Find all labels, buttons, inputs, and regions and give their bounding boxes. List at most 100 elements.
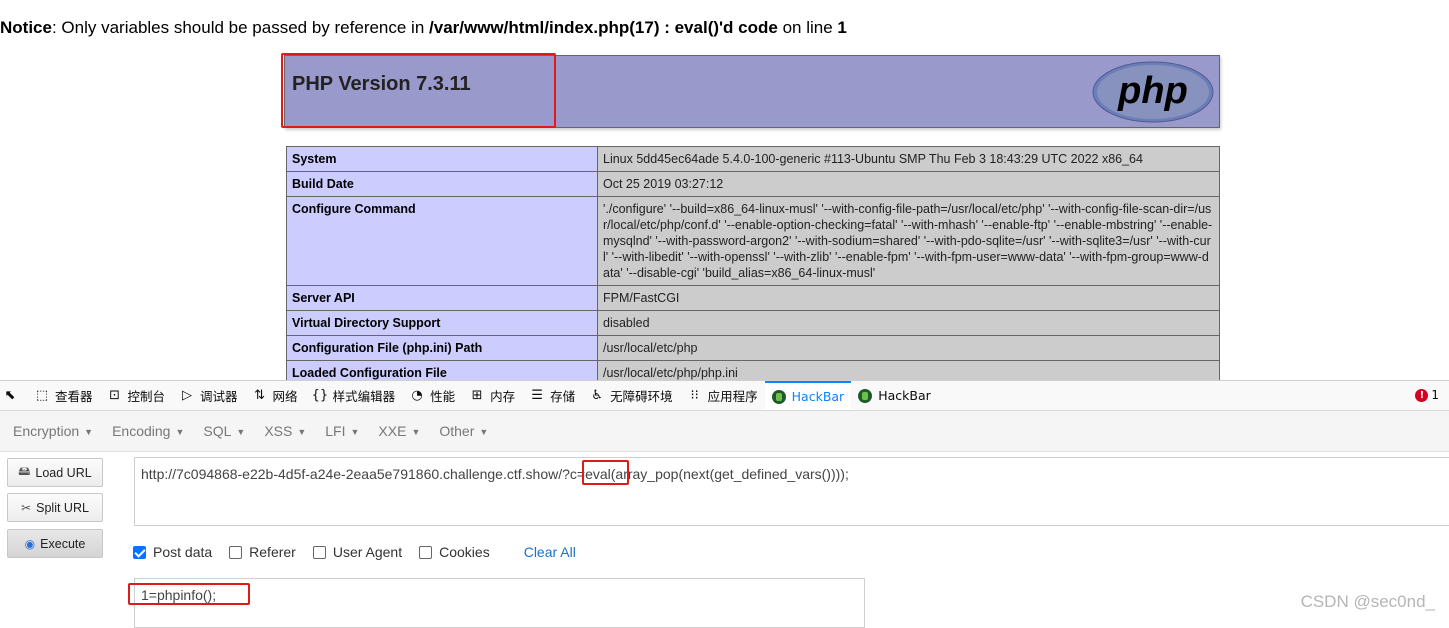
menu-sql[interactable]: SQL ▼ <box>190 423 251 439</box>
menu-xss[interactable]: XSS ▼ <box>251 423 312 439</box>
menu-label: Encryption <box>13 423 80 439</box>
info-value: './configure' '--build=x86_64-linux-musl… <box>597 196 1220 286</box>
tab-label: 内存 <box>490 389 516 404</box>
tab-application[interactable]: ⁝⁝ 应用程序 <box>680 381 765 410</box>
info-key: Virtual Directory Support <box>286 310 598 336</box>
tab-label: 控制台 <box>127 389 166 404</box>
menu-encryption[interactable]: Encryption ▼ <box>0 423 99 439</box>
error-count: 1 <box>1431 388 1439 402</box>
tab-memory[interactable]: ⊞ 内存 <box>462 381 522 410</box>
menu-label: XXE <box>378 423 407 439</box>
menu-label: Other <box>439 423 475 439</box>
chevron-down-icon: ▼ <box>479 427 489 438</box>
debugger-icon: ▷ <box>182 388 193 403</box>
table-row: Configure Command './configure' '--build=… <box>286 196 1220 286</box>
info-key: Configuration File (php.ini) Path <box>286 335 598 361</box>
info-value: disabled <box>597 310 1220 336</box>
notice-message: : Only variables should be passed by ref… <box>51 18 430 37</box>
checkbox-icon <box>229 545 243 559</box>
php-version-header: PHP Version 7.3.11 php <box>284 55 1220 128</box>
execute-button[interactable]: ◉ Execute <box>7 529 103 558</box>
split-url-button[interactable]: ✂ Split URL <box>7 493 103 522</box>
tab-hackbar-active[interactable]: HackBar <box>764 381 852 410</box>
tab-label: 调试器 <box>200 389 238 404</box>
hackbar-icon <box>771 389 786 404</box>
option-label: Cookies <box>439 544 490 560</box>
notice-line-number: 1 <box>837 18 847 37</box>
menu-encoding[interactable]: Encoding ▼ <box>99 423 190 439</box>
table-row: Configuration File (php.ini) Path/usr/lo… <box>286 335 1220 361</box>
tab-console[interactable]: ⊡ 控制台 <box>100 381 173 410</box>
option-label: User Agent <box>332 544 403 560</box>
watermark: CSDN @sec0nd_ <box>1300 592 1435 611</box>
tab-inspector[interactable]: ⬚ 查看器 <box>27 381 100 410</box>
network-icon: ⇅ <box>254 388 265 403</box>
tab-network[interactable]: ⇅ 网络 <box>245 381 305 410</box>
tab-label: 查看器 <box>55 389 93 404</box>
tab-hackbar[interactable]: HackBar <box>851 381 938 410</box>
table-row: Server API FPM/FastCGI <box>286 285 1220 311</box>
table-row: System Linux 5dd45ec64ade 5.4.0-100-gener… <box>286 146 1220 172</box>
checkbox-checked-icon <box>133 545 146 559</box>
php-version-title: PHP Version 7.3.11 <box>292 73 471 95</box>
info-key: System <box>286 146 598 172</box>
cookies-checkbox[interactable]: Cookies <box>419 544 490 560</box>
devtools-tabbar: ⬉ ⬚ 查看器 ⊡ 控制台 ▷ 调试器 ⇅ 网络 {} 样式编辑器 ◔ 性能 ⊞ 内存 ☰ 存储… <box>0 381 1449 411</box>
tab-label: HackBar <box>878 388 931 403</box>
tab-label: 无障碍环境 <box>610 389 673 404</box>
tab-label: HackBar <box>791 389 845 404</box>
menu-label: Encoding <box>112 423 171 439</box>
php-logo-text: php <box>1117 70 1188 112</box>
storage-icon: ☰ <box>531 388 543 403</box>
php-notice: Notice: Only variables should be passed … <box>0 18 847 38</box>
chevron-down-icon: ▼ <box>350 427 360 438</box>
tab-style-editor[interactable]: {} 样式编辑器 <box>305 381 403 410</box>
info-key: Build Date <box>286 171 598 197</box>
tab-label: 样式编辑器 <box>332 389 396 404</box>
button-label: Load URL <box>35 465 92 480</box>
tab-storage[interactable]: ☰ 存储 <box>522 381 582 410</box>
menu-other[interactable]: Other ▼ <box>426 423 494 439</box>
chevron-down-icon: ▼ <box>175 427 185 438</box>
notice-on-line: on line <box>777 18 838 37</box>
menu-lfi[interactable]: LFI ▼ <box>312 423 365 439</box>
menu-xxe[interactable]: XXE ▼ <box>365 423 426 439</box>
tab-accessibility[interactable]: ♿ 无障碍环境 <box>582 381 680 410</box>
element-picker-button[interactable]: ⬉ <box>0 381 27 410</box>
load-url-button[interactable]: 🖴 Load URL <box>7 458 103 487</box>
chevron-down-icon: ▼ <box>84 427 94 438</box>
tab-debugger[interactable]: ▷ 调试器 <box>172 381 245 410</box>
element-picker-icon: ⬉ <box>4 388 16 403</box>
chevron-down-icon: ▼ <box>297 427 307 438</box>
tab-performance[interactable]: ◔ 性能 <box>402 381 462 410</box>
load-url-icon: 🖴 <box>18 464 31 478</box>
checkbox-icon <box>419 545 433 559</box>
inspector-icon: ⬚ <box>35 388 49 403</box>
option-label: Post data <box>153 544 213 560</box>
chevron-down-icon: ▼ <box>411 427 421 438</box>
tab-label: 应用程序 <box>707 389 758 404</box>
request-options: Post data Referer User Agent Cookies Cle… <box>133 544 576 560</box>
notice-label: Notice <box>0 18 52 37</box>
application-icon: ⁝⁝ <box>690 388 699 403</box>
checkbox-icon <box>312 545 326 559</box>
memory-icon: ⊞ <box>471 388 483 403</box>
error-count-badge[interactable]: ! 1 <box>1415 388 1439 402</box>
tab-label: 性能 <box>430 389 456 404</box>
accessibility-icon: ♿ <box>591 388 603 403</box>
user-agent-checkbox[interactable]: User Agent <box>312 544 403 560</box>
console-icon: ⊡ <box>109 388 120 403</box>
info-value: FPM/FastCGI <box>597 285 1220 311</box>
post-data-input[interactable]: 1=phpinfo(); <box>134 578 865 628</box>
button-label: Execute <box>40 536 86 551</box>
php-info-table: System Linux 5dd45ec64ade 5.4.0-100-gener… <box>286 146 1220 386</box>
info-value: /usr/local/etc/php <box>597 335 1220 361</box>
table-row: Build Date Oct 25 2019 03:27:12 <box>286 171 1220 197</box>
tab-label: 存储 <box>550 389 576 404</box>
url-input[interactable]: http://7c094868-e22b-4d5f-a24e-2eaa5e791… <box>134 457 1449 526</box>
clear-all-link[interactable]: Clear All <box>524 544 576 560</box>
post-data-checkbox[interactable]: Post data <box>133 544 212 560</box>
hackbar-menu: Encryption ▼ Encoding ▼ SQL ▼ XSS ▼ LFI ▼ XXE… <box>0 411 1449 452</box>
referer-checkbox[interactable]: Referer <box>229 544 296 560</box>
play-icon: ◉ <box>24 536 36 551</box>
